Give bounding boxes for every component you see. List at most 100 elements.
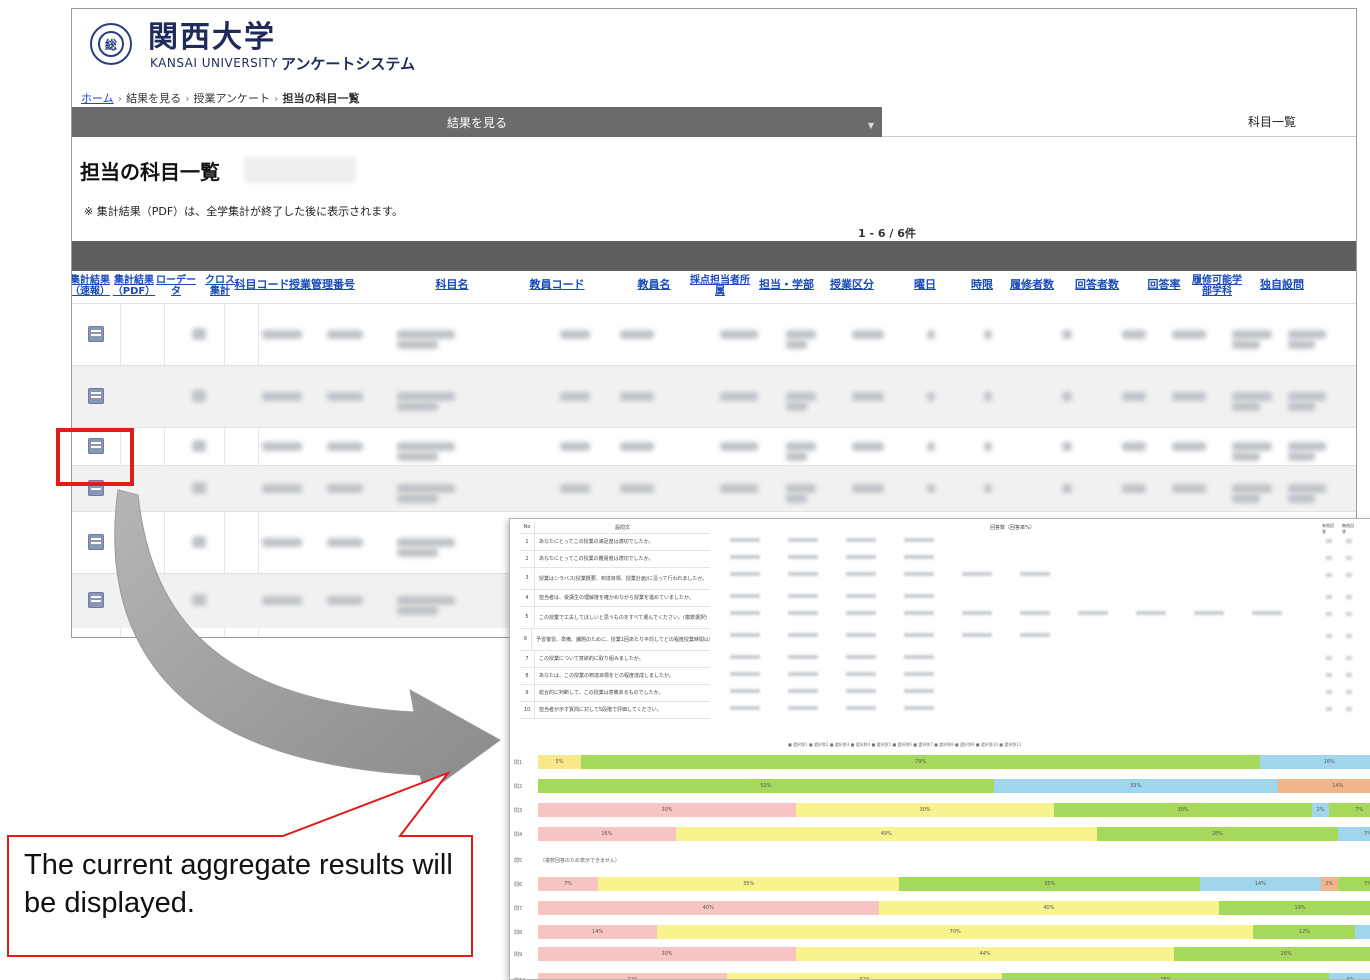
column-header-18[interactable]: 独自設問 — [1256, 279, 1308, 290]
column-header-8[interactable]: 教員名 — [629, 279, 679, 290]
result-count: 1 - 6 / 6件 — [858, 225, 916, 241]
report-question-row: 10担当者が示す質問に対して5段階で評価してください。 — [520, 701, 710, 719]
redacted-cell — [560, 392, 590, 401]
column-header-0[interactable]: 集計結果（速報） — [71, 275, 112, 297]
redacted-cell — [927, 392, 935, 401]
column-header-10[interactable]: 担当・学部 — [759, 279, 813, 290]
report-answer-cell — [788, 655, 818, 659]
bar-label: 問6 — [510, 881, 540, 888]
results-menu[interactable]: 結果を見る ▼ — [72, 107, 882, 137]
redacted-cell — [620, 484, 654, 493]
raw-data-icon-redacted[interactable] — [192, 536, 206, 548]
redacted-cell — [397, 596, 455, 605]
bar-segment: 12% — [1253, 925, 1355, 939]
report-count-cell — [1326, 612, 1332, 616]
raw-data-icon-redacted[interactable] — [192, 594, 206, 606]
course-list-label: 科目一覧 — [1248, 113, 1296, 130]
breadcrumb-home-link[interactable]: ホーム — [81, 92, 114, 105]
report-answer-cell — [1078, 611, 1108, 615]
column-header-5[interactable]: 授業管理番号 — [287, 279, 357, 290]
quick-result-icon[interactable] — [88, 592, 104, 608]
column-header-12[interactable]: 曜日 — [910, 279, 940, 290]
column-header-11[interactable]: 授業区分 — [825, 279, 879, 290]
report-count-cell — [1346, 634, 1352, 638]
table-header-bar — [72, 241, 1356, 271]
report-answer-cell — [904, 611, 934, 615]
redacted-cell — [327, 442, 363, 451]
report-header-valid: 有効回答 — [1322, 523, 1336, 535]
report-legend: ■ 選択肢1 ■ 選択肢2 ■ 選択肢3 ■ 選択肢4 ■ 選択肢5 ■ 選択肢… — [788, 742, 1021, 748]
report-answer-cell — [730, 611, 760, 615]
caret-down-icon[interactable]: ▼ — [868, 121, 874, 130]
column-header-4[interactable]: 科目コード — [234, 279, 290, 290]
report-question-row: 7この授業について意欲的に取り組みましたか。 — [520, 650, 710, 668]
report-count-cell — [1346, 673, 1352, 677]
redacted-cell — [984, 484, 992, 493]
report-count-cell — [1346, 573, 1352, 577]
report-answer-cell — [788, 706, 818, 710]
raw-data-icon-redacted[interactable] — [192, 328, 206, 340]
report-bar-row: 問1022%32%38%5%3% — [510, 969, 1370, 980]
university-seal-logo: 総 — [90, 23, 132, 65]
column-header-9[interactable]: 採点担当者所属 — [688, 275, 752, 297]
redacted-cell — [262, 442, 302, 451]
report-question-row: 1あなたにとってこの授業の満足度は適切でしたか。 — [520, 533, 710, 551]
redacted-cell — [1232, 340, 1260, 349]
column-header-13[interactable]: 時限 — [967, 279, 997, 290]
report-answer-cell — [846, 538, 876, 542]
breadcrumb-survey[interactable]: 授業アンケート — [193, 92, 270, 105]
question-number: 4 — [520, 589, 535, 606]
raw-data-icon-redacted[interactable] — [192, 482, 206, 494]
report-answer-cell — [788, 633, 818, 637]
column-header-7[interactable]: 教員コード — [527, 279, 587, 290]
report-count-cell — [1326, 707, 1332, 711]
report-answer-cell — [846, 655, 876, 659]
column-header-15[interactable]: 回答者数 — [1072, 279, 1122, 290]
report-answer-cell — [904, 633, 934, 637]
redacted-cell — [620, 330, 654, 339]
report-count-cell — [1346, 595, 1352, 599]
breadcrumb-results[interactable]: 結果を見る — [126, 92, 181, 105]
report-answer-cell — [962, 572, 992, 576]
question-text: あなたにとってこの授業の満足度は適切でしたか。 — [535, 538, 654, 545]
report-answer-cell — [788, 572, 818, 576]
bar-track: 16%49%28%7% — [538, 827, 1370, 841]
redacted-cell — [786, 340, 807, 349]
bar-label: 問4 — [510, 831, 540, 838]
university-name: 関西大学 — [148, 21, 276, 55]
redacted-cell — [397, 494, 438, 503]
raw-data-icon-redacted[interactable] — [192, 440, 206, 452]
column-header-2[interactable]: ローデータ — [156, 275, 196, 297]
column-header-14[interactable]: 履修者数 — [1007, 279, 1057, 290]
column-header-6[interactable]: 科目名 — [422, 279, 482, 290]
raw-data-icon-redacted[interactable] — [192, 390, 206, 402]
redacted-cell — [1288, 392, 1326, 401]
course-list-menu-item[interactable]: 科目一覧 — [882, 107, 1356, 137]
redacted-cell — [327, 484, 363, 493]
redacted-cell — [327, 596, 363, 605]
bar-track: 5%79%16% — [538, 755, 1370, 769]
system-name: アンケートシステム — [281, 53, 415, 74]
redacted-cell — [560, 442, 590, 451]
report-answer-cell — [730, 572, 760, 576]
bar-segment: 7% — [1338, 827, 1370, 841]
results-menu-label: 結果を見る — [447, 114, 507, 131]
column-header-17[interactable]: 履修可能学部学科 — [1189, 275, 1245, 297]
quick-result-icon[interactable] — [88, 534, 104, 550]
bar-track: 53%33%14% — [538, 779, 1370, 793]
report-answer-cell — [1020, 611, 1050, 615]
quick-result-icon[interactable] — [88, 388, 104, 404]
column-header-3[interactable]: クロス集計 — [202, 275, 238, 297]
breadcrumb-current: 担当の科目一覧 — [282, 92, 359, 105]
redacted-cell — [852, 330, 884, 339]
bar-segment: 5% — [1329, 973, 1370, 980]
redacted-cell — [852, 392, 884, 401]
report-answer-cell — [904, 655, 934, 659]
bar-track: 40%40%19%2% — [538, 901, 1370, 915]
university-name-en: KANSAI UNIVERSITY — [150, 56, 278, 70]
report-header-question: 設問文 — [535, 524, 630, 531]
quick-result-icon[interactable] — [88, 326, 104, 342]
column-header-1[interactable]: 集計結果（PDF） — [112, 275, 156, 297]
column-header-16[interactable]: 回答率 — [1144, 279, 1184, 290]
redacted-cell — [984, 392, 992, 401]
